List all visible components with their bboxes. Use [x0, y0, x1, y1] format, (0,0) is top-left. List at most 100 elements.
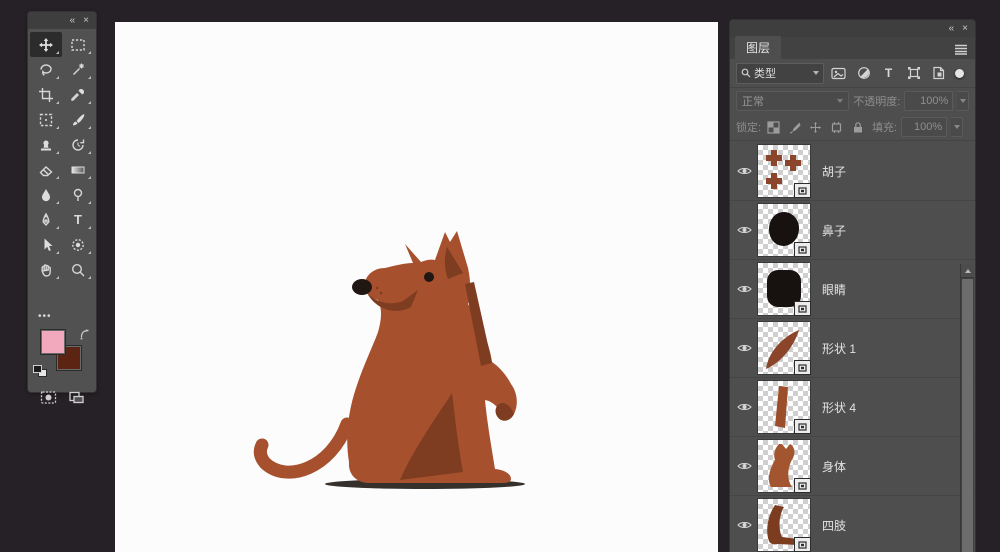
smart-object-badge-icon	[794, 478, 811, 493]
history-brush-tool[interactable]	[62, 132, 94, 157]
layer-row-xingzhuang4[interactable]: 形状 4	[730, 378, 975, 437]
close-panel-icon[interactable]: ×	[83, 16, 89, 26]
visibility-eye-icon[interactable]	[730, 284, 758, 294]
zoom-tool[interactable]	[62, 257, 94, 282]
lock-all-icon[interactable]	[849, 119, 866, 136]
layer-thumbnail[interactable]	[758, 263, 810, 315]
close-panel-icon[interactable]: ×	[962, 24, 968, 34]
visibility-eye-icon[interactable]	[730, 343, 758, 353]
color-swatch-zone	[28, 325, 96, 387]
layer-row-shenti[interactable]: 身体	[730, 437, 975, 496]
eraser-tool[interactable]	[30, 157, 62, 182]
shape-tool[interactable]	[62, 232, 94, 257]
dog-nose	[352, 279, 372, 295]
swap-colors-icon[interactable]	[80, 327, 91, 345]
lock-position-icon[interactable]	[807, 119, 824, 136]
layer-name[interactable]: 鼻子	[822, 222, 846, 239]
screen-mode-button[interactable]	[68, 390, 85, 410]
shape-layer-filter-icon[interactable]	[903, 64, 924, 83]
visibility-eye-icon[interactable]	[730, 402, 758, 412]
muzzle-dot	[376, 287, 379, 290]
fill-dropdown-arrow[interactable]	[951, 117, 963, 137]
visibility-eye-icon[interactable]	[730, 225, 758, 235]
tools-panel-header: « ×	[28, 12, 96, 29]
lock-transparency-icon[interactable]	[765, 119, 782, 136]
adjustment-layer-filter-icon[interactable]	[853, 64, 874, 83]
dog-eye	[424, 272, 434, 282]
dog-illustration	[115, 22, 718, 552]
visibility-eye-icon[interactable]	[730, 166, 758, 176]
visibility-eye-icon[interactable]	[730, 461, 758, 471]
layer-name[interactable]: 身体	[822, 458, 846, 475]
path-selection-tool[interactable]	[30, 232, 62, 257]
brush-tool[interactable]	[62, 107, 94, 132]
lasso-tool[interactable]	[30, 57, 62, 82]
dodge-tool[interactable]	[62, 182, 94, 207]
scroll-up-arrow-icon[interactable]	[961, 264, 974, 278]
layer-name[interactable]: 胡子	[822, 163, 846, 180]
layer-name[interactable]: 眼睛	[822, 281, 846, 298]
smart-object-filter-icon[interactable]	[928, 64, 949, 83]
type-tool[interactable]: T	[62, 207, 94, 232]
type-layer-filter-icon[interactable]: T	[878, 64, 899, 83]
search-icon	[741, 68, 751, 78]
layer-thumbnail[interactable]	[758, 204, 810, 256]
layer-row-huzi[interactable]: 胡子	[730, 142, 975, 201]
layer-thumbnail[interactable]	[758, 499, 810, 551]
blend-mode-dropdown[interactable]: 正常	[736, 91, 849, 111]
clone-stamp-tool[interactable]	[30, 132, 62, 157]
rectangular-marquee-tool[interactable]	[62, 32, 94, 57]
smart-object-badge-icon	[794, 419, 811, 434]
quick-mask-button[interactable]	[40, 390, 57, 410]
chevron-down-icon	[813, 71, 819, 75]
filter-toggle-switch[interactable]	[955, 69, 964, 78]
opacity-dropdown-arrow[interactable]	[957, 91, 969, 111]
filter-type-dropdown[interactable]: 类型	[736, 63, 824, 84]
smart-object-badge-icon	[794, 183, 811, 198]
fill-input[interactable]: 100%	[901, 117, 947, 137]
layer-name[interactable]: 四肢	[822, 517, 846, 534]
smart-object-badge-icon	[794, 301, 811, 316]
gradient-tool[interactable]	[62, 157, 94, 182]
layer-row-yanjing[interactable]: 眼睛	[730, 260, 975, 319]
layer-row-bizi[interactable]: 鼻子	[730, 201, 975, 260]
magic-wand-tool[interactable]	[62, 57, 94, 82]
layer-thumbnail[interactable]	[758, 322, 810, 374]
eyedropper-tool[interactable]	[62, 82, 94, 107]
hand-tool[interactable]	[30, 257, 62, 282]
blur-tool[interactable]	[30, 182, 62, 207]
document-canvas[interactable]	[115, 22, 718, 552]
opacity-input[interactable]: 100%	[904, 91, 953, 111]
layer-thumbnail[interactable]	[758, 145, 810, 197]
tool-grid: T	[28, 29, 96, 307]
frame-tool[interactable]	[30, 107, 62, 132]
smart-object-badge-icon	[794, 360, 811, 375]
more-tools-button[interactable]: •••	[28, 307, 96, 325]
layer-list: 胡子 鼻子 眼睛	[730, 142, 975, 552]
layer-thumbnail[interactable]	[758, 440, 810, 492]
panel-menu-icon[interactable]	[954, 42, 968, 60]
crop-tool[interactable]	[30, 82, 62, 107]
opacity-value: 100%	[920, 95, 948, 107]
layers-scrollbar[interactable]	[960, 264, 974, 552]
lock-pixels-icon[interactable]	[786, 119, 803, 136]
lock-artboard-icon[interactable]	[828, 119, 845, 136]
layer-filter-row: 类型 T	[730, 59, 975, 88]
layer-thumbnail[interactable]	[758, 381, 810, 433]
default-colors-icon[interactable]	[33, 365, 46, 376]
foreground-color-swatch[interactable]	[40, 329, 66, 355]
layer-row-xingzhuang1[interactable]: 形状 1	[730, 319, 975, 378]
collapse-panel-icon[interactable]: «	[70, 16, 76, 26]
pen-tool[interactable]	[30, 207, 62, 232]
type-tool-glyph: T	[74, 212, 82, 227]
move-tool[interactable]	[30, 32, 62, 57]
layer-row-sizhi[interactable]: 四肢	[730, 496, 975, 552]
pixel-layer-filter-icon[interactable]	[828, 64, 849, 83]
visibility-eye-icon[interactable]	[730, 520, 758, 530]
layer-name[interactable]: 形状 4	[822, 399, 856, 416]
scrollbar-thumb[interactable]	[962, 279, 973, 552]
tab-layers[interactable]: 图层	[735, 36, 781, 59]
layers-panel-header: « ×	[730, 20, 975, 37]
collapse-panel-icon[interactable]: «	[949, 24, 955, 34]
layer-name[interactable]: 形状 1	[822, 340, 856, 357]
